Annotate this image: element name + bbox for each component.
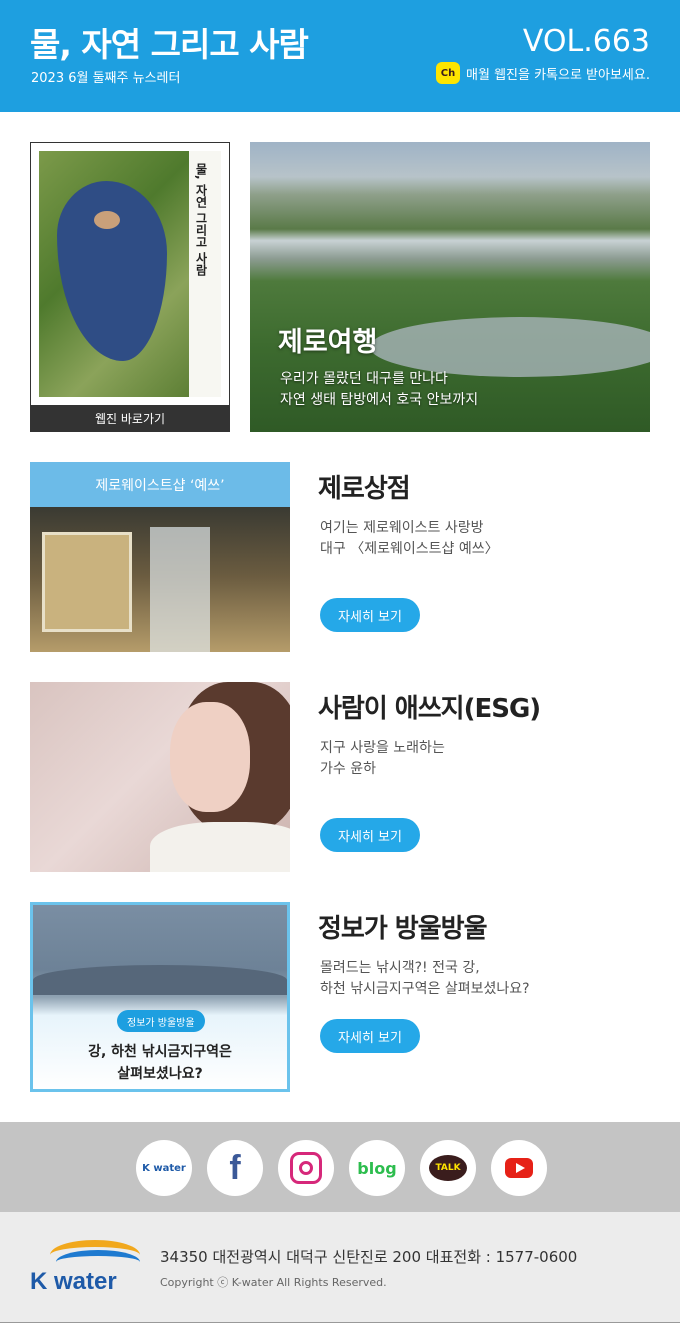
blog-glyph: blog xyxy=(357,1158,397,1178)
youtube-icon[interactable] xyxy=(491,1140,547,1196)
section-desc-2: 하천 낚시금지구역은 살펴보셨나요? xyxy=(320,981,530,997)
hero-line-2: 자연 생태 탐방에서 호국 안보까지 xyxy=(280,392,479,408)
info-pill-badge: 정보가 방울방울 xyxy=(117,1010,205,1032)
sandbar-shape xyxy=(94,211,120,229)
section-title-esg: 사람이 애쓰지(ESG) xyxy=(318,694,541,724)
youtube-glyph xyxy=(505,1158,533,1178)
talk-glyph: TALK xyxy=(429,1155,467,1181)
kwater-icon-label: K water xyxy=(142,1162,186,1174)
logo-text: K water xyxy=(30,1268,117,1295)
store-door-image xyxy=(150,527,210,652)
newsletter-subtitle: 2023 6월 둘째주 뉴스레터 xyxy=(31,71,181,86)
newsletter-title: 물, 자연 그리고 사람 xyxy=(30,25,309,64)
instagram-icon[interactable] xyxy=(278,1140,334,1196)
hero-title: 제로여행 xyxy=(278,327,378,358)
section-desc-1: 몰려드는 낚시객?! 전국 강, xyxy=(320,960,480,976)
instagram-glyph xyxy=(290,1152,322,1184)
more-button-info[interactable]: 자세히 보기 xyxy=(320,1019,420,1053)
kakao-subscribe-link[interactable]: Ch 매월 웹진을 카톡으로 받아보세요. xyxy=(436,62,650,84)
kakao-channel-icon: Ch xyxy=(436,62,461,84)
info-bubble-thumbnail[interactable]: 정보가 방울방울 강, 하천 낚시금지구역은 살펴보셨나요? xyxy=(30,902,290,1092)
cover-image: 물, 자연 그리고 사람 xyxy=(39,151,221,397)
section-desc-2: 가수 윤하 xyxy=(320,761,376,777)
section-desc-1: 여기는 제로웨이스트 사랑방 xyxy=(320,520,484,536)
webzine-link-button[interactable]: 웹진 바로가기 xyxy=(31,405,229,431)
kakaotalk-icon[interactable]: TALK xyxy=(420,1140,476,1196)
hero-zero-travel[interactable]: 제로여행 우리가 몰랐던 대구를 만나다 자연 생태 탐방에서 호국 안보까지 xyxy=(250,142,650,432)
thumbnail-caption-2: 살펴보셨나요? xyxy=(117,1066,203,1082)
blog-icon[interactable]: blog xyxy=(349,1140,405,1196)
more-button-esg[interactable]: 자세히 보기 xyxy=(320,818,420,852)
footer-copyright: Copyright ⓒ K-water All Rights Reserved. xyxy=(160,1276,387,1289)
footer: K water 34350 대전광역시 대덕구 신탄진로 200 대표전화 : … xyxy=(0,1212,680,1323)
store-sign-caption: 제로웨이스트샵 ‘예쓰’ xyxy=(95,477,225,494)
section-title-zero-store: 제로상점 xyxy=(318,474,411,504)
facebook-glyph: f xyxy=(229,1148,241,1187)
hill-silhouette xyxy=(33,965,287,995)
kwater-home-icon[interactable]: K water xyxy=(136,1140,192,1196)
portrait-face xyxy=(170,702,250,812)
thumbnail-caption-1: 강, 하천 낚시금지구역은 xyxy=(88,1044,232,1060)
portrait-coat xyxy=(150,822,290,872)
kwater-logo: K water xyxy=(30,1240,140,1298)
store-shelf-image xyxy=(42,532,132,632)
sns-bar: K water f blog TALK xyxy=(0,1122,680,1212)
kakao-subscribe-text: 매월 웹진을 카톡으로 받아보세요. xyxy=(466,67,650,83)
header-banner: 물, 자연 그리고 사람 2023 6월 둘째주 뉴스레터 VOL.663 Ch… xyxy=(0,0,680,112)
zero-store-thumbnail[interactable]: 제로웨이스트샵 ‘예쓰’ xyxy=(30,462,290,652)
cover-vertical-title: 물, 자연 그리고 사람 xyxy=(194,163,208,277)
volume-number: VOL.663 xyxy=(522,24,650,59)
section-desc-1: 지구 사랑을 노래하는 xyxy=(320,740,445,756)
section-title-info: 정보가 방울방울 xyxy=(318,914,487,944)
hero-line-1: 우리가 몰랐던 대구를 만나다 xyxy=(280,371,448,387)
section-desc-2: 대구 〈제로웨이스트샵 예쓰〉 xyxy=(320,541,499,557)
footer-address: 34350 대전광역시 대덕구 신탄진로 200 대표전화 : 1577-060… xyxy=(160,1248,578,1266)
webzine-cover[interactable]: 물, 자연 그리고 사람 웹진 바로가기 xyxy=(30,142,230,432)
facebook-icon[interactable]: f xyxy=(207,1140,263,1196)
more-button-zero-store[interactable]: 자세히 보기 xyxy=(320,598,420,632)
esg-thumbnail[interactable] xyxy=(30,682,290,872)
